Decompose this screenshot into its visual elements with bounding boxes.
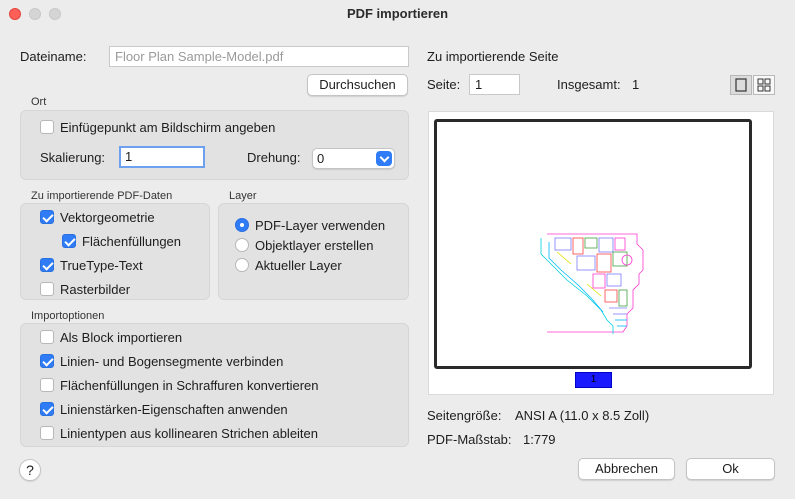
grid-view-button[interactable]	[753, 75, 775, 95]
layer-group-label: Layer	[229, 190, 257, 202]
rotation-value: 0	[317, 151, 325, 166]
join-segments-label: Linien- und Bogensegmente verbinden	[60, 354, 284, 369]
help-button[interactable]: ?	[19, 459, 41, 481]
rotation-select[interactable]: 0	[312, 148, 395, 169]
import-as-block-checkbox[interactable]	[40, 330, 54, 344]
ok-button[interactable]: Ok	[686, 458, 775, 480]
truetype-text-checkbox[interactable]	[40, 258, 54, 272]
specify-on-screen-checkbox[interactable]	[40, 120, 54, 134]
page-size-value: ANSI A (11.0 x 8.5 Zoll)	[515, 408, 650, 423]
infer-linetypes-label: Linientypen aus kollinearen Strichen abl…	[60, 426, 319, 441]
browse-button[interactable]: Durchsuchen	[307, 74, 408, 96]
page-size-label: Seitengröße:	[427, 408, 502, 423]
total-label: Insgesamt:	[557, 77, 621, 92]
scale-label: Skalierung:	[40, 150, 106, 165]
convert-fills-to-hatches-checkbox[interactable]	[40, 378, 54, 392]
pdf-scale-value: 1:779	[523, 432, 556, 447]
file-name-label: Dateiname:	[20, 49, 87, 64]
window-title: PDF importieren	[346, 6, 449, 21]
pdf-import-dialog: PDF importieren Dateiname: Floor Plan Sa…	[0, 0, 795, 499]
use-pdf-layers-radio[interactable]	[235, 218, 249, 232]
raster-images-checkbox[interactable]	[40, 282, 54, 296]
infer-linetypes-checkbox[interactable]	[40, 426, 54, 440]
total-value: 1	[632, 77, 640, 92]
apply-lineweight-label: Linienstärken-Eigenschaften anwenden	[60, 402, 288, 417]
page-thumbnail[interactable]	[434, 119, 752, 369]
import-as-block-label: Als Block importieren	[60, 330, 183, 345]
create-object-layers-radio[interactable]	[235, 238, 249, 252]
raster-images-label: Rasterbilder	[60, 282, 131, 297]
truetype-text-label: TrueType-Text	[60, 258, 143, 273]
convert-fills-to-hatches-label: Flächenfüllungen in Schraffuren konverti…	[60, 378, 319, 393]
location-group-label: Ort	[31, 96, 47, 108]
page-number-field[interactable]: 1	[469, 74, 520, 95]
pdf-scale-label: PDF-Maßstab:	[427, 432, 512, 447]
specify-on-screen-label: Einfügepunkt am Bildschirm angeben	[60, 120, 276, 135]
page-heading: Zu importierende Seite	[427, 49, 559, 64]
floor-plan-drawing	[540, 233, 644, 334]
page-thumbnail-tab[interactable]: 1	[575, 372, 612, 388]
rotation-label: Drehung:	[247, 150, 301, 165]
import-options-group-label: Importoptionen	[31, 310, 105, 322]
solid-fills-label: Flächenfüllungen	[82, 234, 182, 249]
solid-fills-checkbox[interactable]	[62, 234, 76, 248]
single-page-view-button[interactable]	[730, 75, 752, 95]
title-bar: PDF importieren	[0, 0, 795, 28]
vector-geometry-label: Vektorgeometrie	[60, 210, 155, 225]
chevron-down-icon	[376, 151, 392, 166]
vector-geometry-checkbox[interactable]	[40, 210, 54, 224]
pdf-data-group-label: Zu importierende PDF-Daten	[31, 190, 173, 202]
apply-lineweight-checkbox[interactable]	[40, 402, 54, 416]
cancel-button[interactable]: Abbrechen	[578, 458, 675, 480]
page-label: Seite:	[427, 77, 461, 92]
create-object-layers-label: Objektlayer erstellen	[255, 238, 374, 253]
join-segments-checkbox[interactable]	[40, 354, 54, 368]
current-layer-label: Aktueller Layer	[255, 258, 342, 273]
single-page-view-icon	[735, 78, 747, 92]
current-layer-radio[interactable]	[235, 258, 249, 272]
grid-view-icon	[757, 78, 771, 92]
file-name-field[interactable]: Floor Plan Sample-Model.pdf	[109, 46, 409, 67]
use-pdf-layers-label: PDF-Layer verwenden	[255, 218, 386, 233]
scale-input[interactable]: 1	[119, 146, 205, 168]
